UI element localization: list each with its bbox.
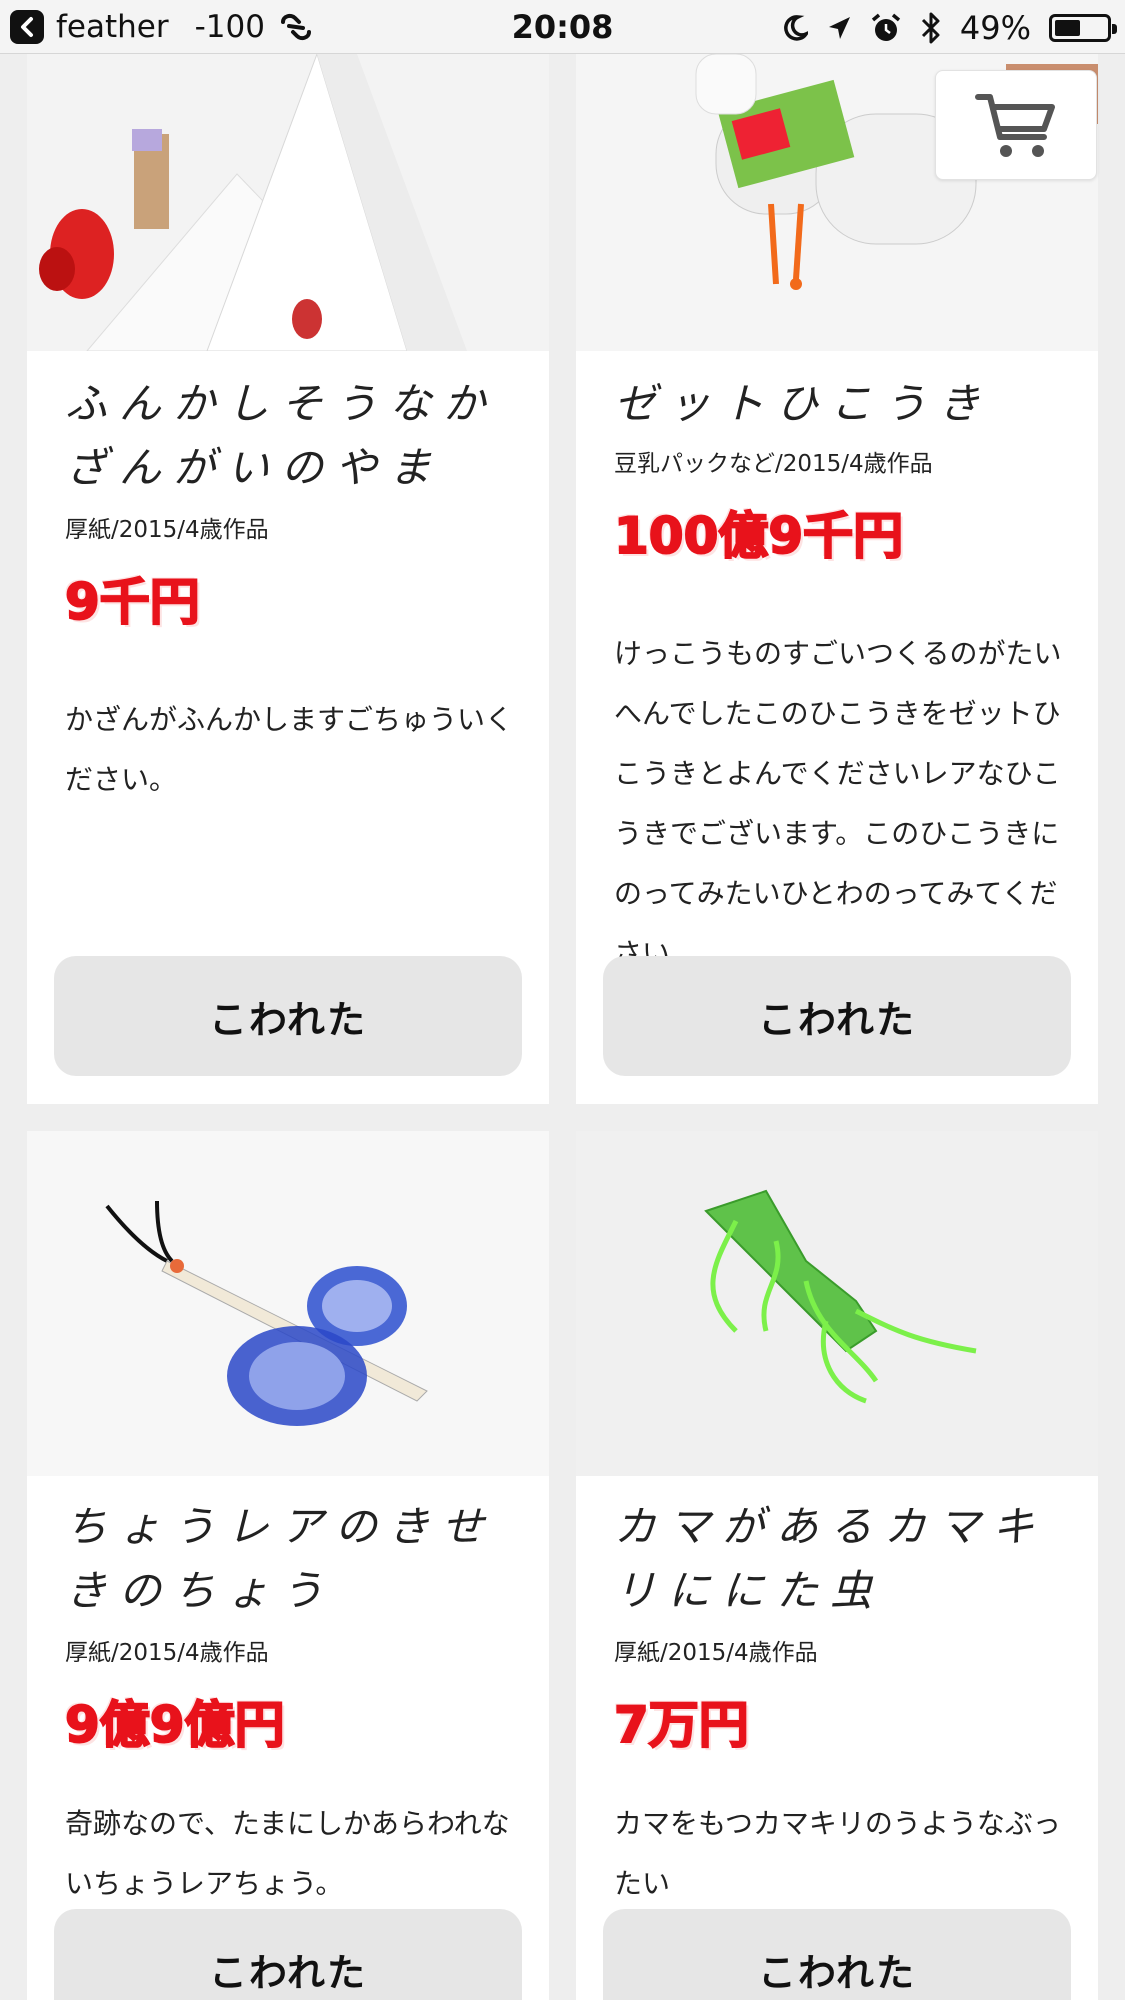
location-arrow-icon xyxy=(828,17,850,39)
product-image xyxy=(27,1131,549,1476)
broken-button[interactable]: こわれた xyxy=(603,1909,1071,2000)
product-card: カマがあるカマキリににた虫 厚紙/2015/4歳作品 7万円 カマをもつカマキリ… xyxy=(576,1131,1098,2000)
product-description: カマをもつカマキリのうようなぶったい xyxy=(614,1807,1061,1900)
broken-button[interactable]: こわれた xyxy=(54,1909,522,2000)
product-description: 奇跡なので、たまにしかあらわれないちょうレアちょう。 xyxy=(65,1807,510,1900)
product-price: 9千円 xyxy=(64,572,201,632)
broken-button[interactable]: こわれた xyxy=(603,956,1071,1076)
product-title: ふんかしそうなかざんがいのやま xyxy=(65,379,498,492)
product-price: 7万円 xyxy=(613,1695,750,1755)
product-meta: 豆乳パックなど/2015/4歳作品 xyxy=(614,451,933,477)
product-meta: 厚紙/2015/4歳作品 xyxy=(65,1640,269,1666)
product-title: ゼットひこうき xyxy=(614,379,993,428)
broken-button[interactable]: こわれた xyxy=(54,956,522,1076)
product-card: ふんかしそうなかざんがいのやま 厚紙/2015/4歳作品 9千円 かざんがふんか… xyxy=(27,54,549,1104)
battery-icon xyxy=(1049,14,1117,42)
bluetooth-icon xyxy=(921,12,940,44)
product-description: かざんがふんかしますごちゅういください。 xyxy=(65,703,514,796)
product-title: ちょうレアのきせきのちょう xyxy=(65,1502,496,1615)
product-meta: 厚紙/2015/4歳作品 xyxy=(65,517,269,543)
moon-icon xyxy=(783,15,808,41)
product-image xyxy=(576,1131,1098,1476)
product-price: 100億9千円 xyxy=(613,506,904,566)
status-bar-right: 49% xyxy=(782,7,1117,49)
product-card: ゼットひこうき 豆乳パックなど/2015/4歳作品 100億9千円 けっこうもの… xyxy=(576,54,1098,1104)
product-image xyxy=(27,54,549,351)
cart-icon xyxy=(975,94,1055,157)
battery-percent: 49% xyxy=(959,9,1031,47)
product-description: けっこうものすごいつくるのがたいへんでしたこのひこうきをゼットひこうきとよんでく… xyxy=(614,637,1062,970)
product-meta: 厚紙/2015/4歳作品 xyxy=(614,1640,818,1666)
product-title: カマがあるカマキリににた虫 xyxy=(614,1502,1047,1615)
cart-button[interactable] xyxy=(935,70,1097,180)
status-bar: feather -100 20:08 49% xyxy=(0,0,1125,54)
product-price: 9億9億円 xyxy=(64,1695,286,1755)
battery-level-fill xyxy=(1055,20,1080,36)
alarm-icon xyxy=(871,13,900,41)
product-card: ちょうレアのきせきのちょう 厚紙/2015/4歳作品 9億9億円 奇跡なので、た… xyxy=(27,1131,549,2000)
